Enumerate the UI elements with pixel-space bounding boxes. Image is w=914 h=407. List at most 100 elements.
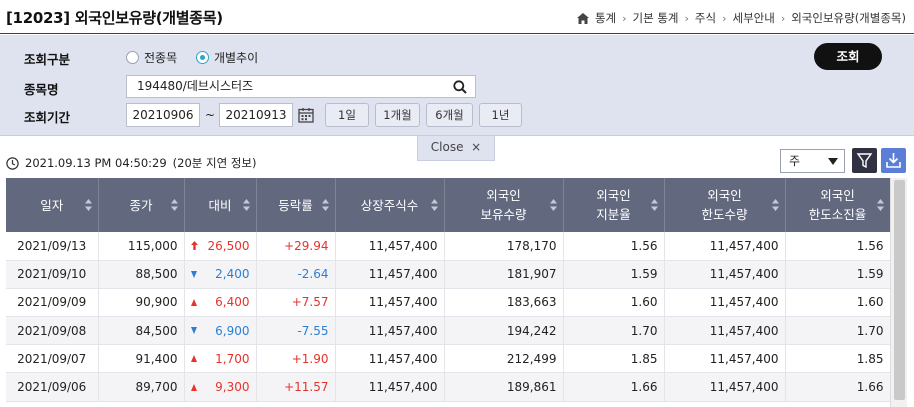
search-icon[interactable] (453, 80, 467, 94)
change-value: 9,300 (215, 380, 250, 395)
radio-individual-trend[interactable]: 개별추이 (196, 49, 258, 66)
foreign-exhaust-cell: 1.70 (785, 316, 891, 346)
filter-icon (856, 153, 873, 169)
foreign-share-cell: 1.56 (563, 232, 665, 261)
sort-icon[interactable] (321, 199, 329, 211)
triangle-up-icon (190, 298, 197, 306)
column-header[interactable]: 일자 (6, 178, 99, 232)
period-select-value: 주 (789, 154, 801, 168)
home-icon[interactable] (576, 12, 589, 24)
rate-cell: -2.64 (256, 260, 336, 289)
timestamp: 2021.09.13 PM 04:50:29 (25, 156, 167, 170)
column-header-label: 상장주식수 (360, 197, 419, 213)
table-row: 2021/09/07 91,400 1,700 +1.90 11,457,400 212,… (6, 344, 891, 374)
sort-icon[interactable] (170, 199, 178, 211)
breadcrumb-item[interactable]: 통계 (595, 10, 616, 26)
close-price-cell: 90,900 (98, 288, 185, 318)
breadcrumb-item-current: 외국인보유량(개별종목) (791, 11, 906, 25)
column-header[interactable]: 상장주식수 (335, 178, 445, 232)
date-from-input[interactable]: 20210906 (126, 103, 200, 127)
date-cell: 2021/09/13 (6, 232, 99, 261)
foreign-limit-cell: 11,457,400 (664, 232, 786, 261)
table-row: 2021/09/10 88,500 2,400 -2.64 11,457,400 181,… (6, 260, 891, 289)
change-value: 1,700 (215, 351, 250, 366)
column-header[interactable]: 대비 (184, 178, 257, 232)
change-cell: 2,400 (184, 260, 257, 289)
column-header[interactable]: 외국인한도수량 (664, 178, 786, 232)
sort-icon[interactable] (876, 199, 884, 211)
change-cell: 26,500 (184, 232, 257, 261)
close-panel-button[interactable]: Close × (417, 136, 495, 161)
date-cell: 2021/09/07 (6, 344, 99, 374)
change-value: 6,900 (215, 323, 250, 338)
stock-search-input[interactable]: 194480/데브시스터즈 (126, 75, 476, 98)
close-price-cell: 115,000 (98, 232, 185, 261)
close-price-cell: 88,500 (98, 260, 185, 289)
change-value: 26,500 (207, 238, 250, 253)
scrollbar-thumb[interactable] (894, 180, 905, 400)
foreign-exhaust-cell: 1.85 (785, 344, 891, 374)
date-cell: 2021/09/10 (6, 260, 99, 289)
sort-icon[interactable] (650, 199, 658, 211)
listed-shares-cell: 11,457,400 (335, 260, 445, 289)
upper-limit-arrow-icon (190, 241, 198, 251)
table-row: 2021/09/09 90,900 6,400 +7.57 11,457,400 183,… (6, 288, 891, 318)
rate-cell: +29.94 (256, 232, 336, 261)
column-header[interactable]: 외국인 한도소진율 (785, 178, 891, 232)
period-1day-button[interactable]: 1일 (325, 103, 369, 127)
sort-icon[interactable] (549, 199, 557, 211)
filter-button[interactable] (852, 148, 877, 173)
change-cell: 9,300 (184, 372, 257, 402)
foreign-limit-cell: 11,457,400 (664, 260, 786, 289)
period-1month-button[interactable]: 1개월 (375, 103, 420, 127)
query-button[interactable]: 조회 (814, 43, 882, 70)
breadcrumb-item[interactable]: 기본 통계 (633, 10, 679, 26)
radio-circle[interactable] (126, 51, 139, 64)
listed-shares-cell: 11,457,400 (335, 372, 445, 402)
rate-cell: +11.57 (256, 372, 336, 402)
column-header[interactable]: 종가 (98, 178, 185, 232)
column-header-label: 보유수량 (480, 207, 527, 222)
chevron-down-icon (828, 158, 838, 165)
triangle-up-icon (190, 355, 197, 363)
column-header-label: 외국인 (486, 188, 521, 203)
column-header[interactable]: 외국인 지분율 (563, 178, 665, 232)
listed-shares-cell: 11,457,400 (335, 316, 445, 346)
triangle-down-icon (190, 327, 197, 335)
rate-cell: -7.55 (256, 316, 336, 346)
foreign-limit-cell: 11,457,400 (664, 288, 786, 318)
foreign-holding-cell: 178,170 (444, 232, 564, 261)
column-header-label: 외국인 (596, 188, 631, 203)
period-6month-button[interactable]: 6개월 (426, 103, 473, 127)
breadcrumb-item[interactable]: 주식 (695, 10, 716, 26)
foreign-exhaust-cell: 1.60 (785, 288, 891, 318)
foreign-limit-cell: 11,457,400 (664, 344, 786, 374)
column-header[interactable]: 외국인보유수량 (444, 178, 564, 232)
foreign-holding-cell: 183,663 (444, 288, 564, 318)
radio-all-stocks[interactable]: 전종목 (126, 49, 177, 66)
foreign-holding-cell: 212,499 (444, 344, 564, 374)
close-price-cell: 91,400 (98, 344, 185, 374)
sort-icon[interactable] (242, 199, 250, 211)
chevron-right-icon: › (780, 11, 786, 25)
download-button[interactable] (881, 148, 906, 173)
column-header-label: 외국인 (707, 188, 742, 203)
column-header-label: 한도수량 (701, 207, 748, 222)
breadcrumb-item[interactable]: 세부안내 (732, 10, 774, 26)
period-1year-button[interactable]: 1년 (479, 103, 522, 127)
radio-individual-label: 개별추이 (214, 51, 259, 65)
page-title: [12023] 외국인보유량(개별종목) (6, 9, 223, 27)
sort-icon[interactable] (430, 199, 438, 211)
radio-circle-selected[interactable] (196, 51, 209, 64)
change-cell: 1,700 (184, 344, 257, 374)
calendar-icon[interactable] (298, 107, 314, 123)
table-body: 2021/09/13 115,000 26,500 +29.94 11,457,400 1… (6, 232, 891, 402)
date-to-input[interactable]: 20210913 (219, 103, 293, 127)
sort-icon[interactable] (84, 199, 92, 211)
period-select[interactable]: 주 (780, 149, 845, 173)
column-header[interactable]: 등락률 (256, 178, 336, 232)
foreign-share-cell: 1.60 (563, 288, 665, 318)
sort-icon[interactable] (771, 199, 779, 211)
vertical-scrollbar[interactable] (890, 178, 907, 407)
stock-name-label: 종목명 (24, 82, 59, 97)
